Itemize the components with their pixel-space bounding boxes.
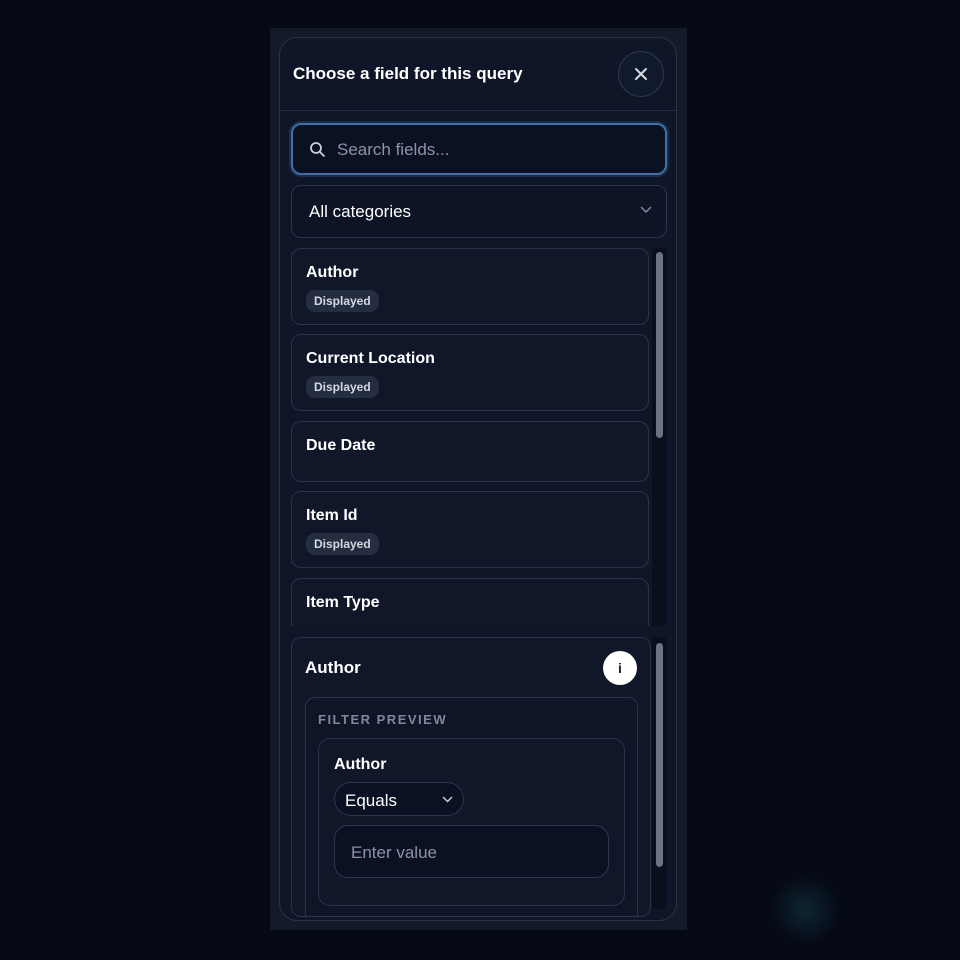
search-box — [291, 123, 667, 175]
field-item-label: Current Location — [306, 350, 435, 367]
info-icon: i — [618, 660, 622, 676]
field-list-scrollbar[interactable] — [652, 248, 666, 626]
field-item-current-location[interactable]: Current Location Displayed — [291, 334, 649, 411]
field-item-label: Item Type — [306, 594, 380, 611]
status-badge: Displayed — [306, 376, 379, 398]
chevron-down-icon — [640, 206, 652, 214]
operator-select-value: Equals — [345, 791, 397, 810]
status-badge: Displayed — [306, 533, 379, 555]
field-detail-panel: Author i FILTER PREVIEW Author Equals — [291, 637, 651, 917]
search-icon — [310, 142, 325, 157]
category-select-value: All categories — [309, 202, 412, 221]
close-icon — [635, 68, 647, 80]
dialog-header: Choose a field for this query — [280, 38, 676, 111]
field-item-item-id[interactable]: Item Id Displayed — [291, 491, 649, 568]
field-item-label: Author — [306, 264, 359, 281]
value-input[interactable] — [349, 841, 593, 865]
operator-select[interactable]: Equals — [334, 782, 464, 816]
field-item-label: Item Id — [306, 507, 358, 524]
filter-preview: FILTER PREVIEW Author Equals — [305, 697, 638, 916]
chevron-down-icon — [442, 796, 453, 803]
value-field — [334, 825, 609, 878]
field-item-label: Due Date — [306, 437, 376, 454]
filter-field-name: Author — [334, 756, 387, 773]
field-item-due-date[interactable]: Due Date — [291, 421, 649, 482]
field-chooser-dialog: Choose a field for this query All catego… — [279, 37, 677, 921]
status-badge: Displayed — [306, 290, 379, 312]
detail-field-name: Author — [305, 658, 361, 677]
search-input[interactable] — [335, 137, 659, 163]
filter-preview-card: Author Equals — [318, 738, 625, 906]
field-list: Author Displayed Current Location Displa… — [291, 248, 649, 626]
field-item-author[interactable]: Author Displayed — [291, 248, 649, 325]
dialog-title: Choose a field for this query — [293, 64, 523, 83]
scrollbar-thumb[interactable] — [656, 643, 663, 867]
category-select[interactable]: All categories — [291, 185, 667, 238]
scrollbar-thumb[interactable] — [656, 252, 663, 438]
close-button[interactable] — [618, 51, 664, 97]
info-button[interactable]: i — [603, 651, 637, 685]
filter-preview-label: FILTER PREVIEW — [318, 712, 448, 727]
background-glow — [770, 875, 840, 945]
field-item-item-type[interactable]: Item Type — [291, 578, 649, 626]
detail-scrollbar[interactable] — [652, 637, 666, 909]
